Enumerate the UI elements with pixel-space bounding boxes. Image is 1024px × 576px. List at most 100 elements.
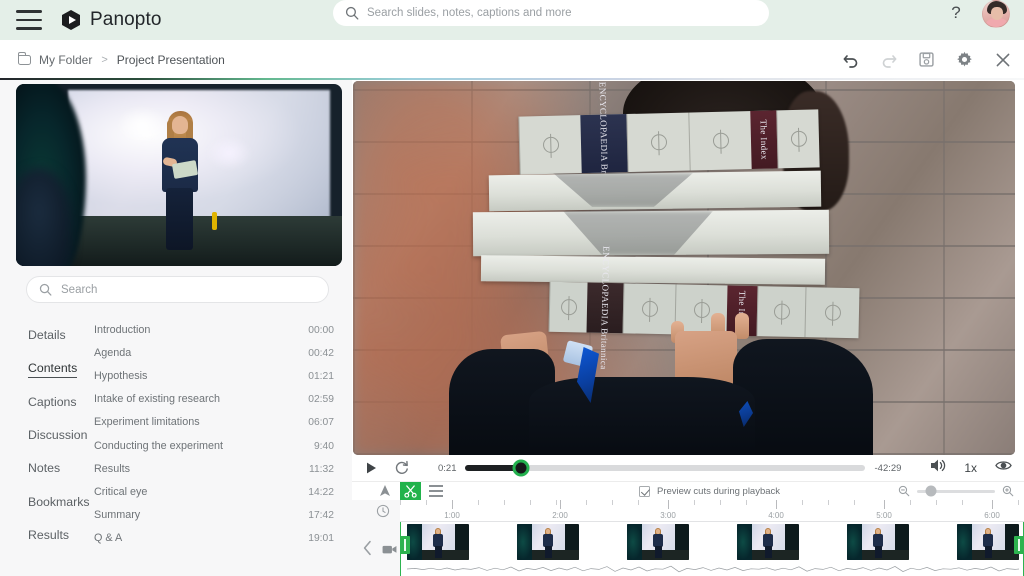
contents-list: Introduction 00:00 Agenda 00:42 Hypothes… [94,318,334,550]
search-icon [39,283,52,296]
contents-time: 00:42 [308,347,334,359]
global-search-input[interactable]: Search slides, notes, captions and more [333,0,769,26]
hamburger-icon[interactable] [16,10,42,30]
progress-slider[interactable] [464,459,865,477]
sidebar-item-notes[interactable]: Notes [28,452,100,485]
playback-speed[interactable]: 1x [964,461,977,475]
contents-time: 06:07 [308,417,334,429]
sidebar-item-bookmarks[interactable]: Bookmarks [28,485,100,518]
timeline-thumbnail[interactable] [517,524,579,560]
volume-icon[interactable] [930,458,946,478]
list-icon[interactable] [429,485,443,497]
ruler-label: 1:00 [444,511,460,520]
global-search-placeholder: Search slides, notes, captions and more [367,7,572,19]
list-item[interactable]: Introduction 00:00 [94,318,334,341]
preview-cuts-label: Preview cuts during playback [657,485,781,497]
brand-name: Panopto [90,9,162,30]
timeline-clip[interactable] [400,522,1024,576]
eye-icon[interactable] [995,459,1012,477]
trim-handle-end[interactable] [1014,536,1024,554]
timeline-zoom-control [898,485,1014,497]
thick-book-3 [480,255,826,285]
brand-logo[interactable]: Panopto [60,9,162,31]
zoom-slider-handle[interactable] [925,485,937,497]
timeline-thumbnail[interactable] [737,524,799,560]
book-row-bottom: ENCYCLOPAEDIA Britannica The Index [548,246,860,370]
cursor-arrow-icon[interactable] [378,484,392,498]
gear-icon[interactable] [956,51,974,69]
contents-title: Critical eye [94,485,148,498]
zoom-in-icon[interactable] [1002,485,1014,497]
undo-icon[interactable] [842,51,860,69]
breadcrumb-bar: My Folder > Project Presentation [0,40,1024,79]
contents-time: 9:40 [313,440,334,452]
list-item[interactable]: Intake of existing research 02:59 [94,388,334,411]
play-icon[interactable] [364,461,378,475]
sidebar-tabs: Details Contents Captions Discussion Not… [28,318,100,551]
timeline-thumbnail[interactable] [957,524,1019,560]
list-item[interactable]: Experiment limitations 06:07 [94,411,334,434]
contents-title: Hypothesis [94,369,148,382]
replay-10-icon[interactable] [394,460,410,476]
trim-handle-start[interactable] [400,536,410,554]
search-input[interactable]: Search [26,276,329,303]
contents-title: Introduction [94,323,151,336]
finger-3 [735,313,749,339]
contents-title: Summary [94,509,141,522]
panopto-logo-icon [60,9,82,31]
current-time: 0:21 [438,462,457,474]
contents-time: 14:22 [308,486,334,498]
zoom-out-icon[interactable] [898,485,910,497]
scissors-icon[interactable] [400,481,421,501]
book-row-top: ENCYCLOPAEDIA Britannica The Index [518,82,820,205]
progress-handle[interactable] [512,459,529,477]
redo-icon[interactable] [880,51,898,69]
timeline-rail [352,500,400,576]
sidebar-item-contents[interactable]: Contents [28,351,78,378]
timeline-thumbnail[interactable] [847,524,909,560]
preview-cuts-checkbox[interactable] [639,485,650,497]
main-video-player[interactable]: ENCYCLOPAEDIA Britannica The Index ENCYC… [353,81,1015,455]
close-icon[interactable] [994,51,1012,69]
list-item[interactable]: Q & A 19:01 [94,527,334,550]
list-item[interactable]: Results 11:32 [94,457,334,480]
zoom-slider[interactable] [917,485,995,497]
preview-cuts-toggle[interactable]: Preview cuts during playback [639,485,781,497]
breadcrumb-root[interactable]: My Folder [39,53,92,67]
sidebar-item-results[interactable]: Results [28,518,100,551]
timeline-thumbnail[interactable] [407,524,469,560]
audio-waveform [407,565,1019,573]
timeline-panel: 1:00 2:00 3:00 4:00 5:00 6:00 [352,500,1024,576]
timeline-thumbnail[interactable] [627,524,689,560]
contents-title: Intake of existing research [94,393,221,406]
sidebar-item-discussion[interactable]: Discussion [28,419,100,452]
secondary-video-preview[interactable] [16,84,342,266]
list-item[interactable]: Hypothesis 01:21 [94,364,334,387]
help-button[interactable]: ? [946,3,966,23]
list-item[interactable]: Critical eye 14:22 [94,480,334,503]
breadcrumb-current[interactable]: Project Presentation [117,53,225,67]
search-placeholder: Search [61,283,98,296]
remaining-time: -42:29 [874,462,902,474]
sidebar-item-details[interactable]: Details [28,318,100,351]
timeline-ruler[interactable]: 1:00 2:00 3:00 4:00 5:00 6:00 [400,500,1024,522]
timeline-thumbnails [407,524,1019,560]
torso [529,377,755,455]
contents-time: 11:32 [308,463,334,475]
contents-title: Conducting the experiment [94,439,224,452]
folder-icon [17,52,31,65]
contents-title: Results [94,462,131,475]
save-icon[interactable] [918,51,936,69]
list-item[interactable]: Agenda 00:42 [94,341,334,364]
list-item[interactable]: Summary 17:42 [94,504,334,527]
avatar[interactable] [982,0,1010,28]
breadcrumb-separator: > [101,53,108,66]
ruler-label: 3:00 [660,511,676,520]
sidebar-item-captions[interactable]: Captions [28,385,100,418]
ruler-label: 4:00 [768,511,784,520]
ruler-label: 2:00 [552,511,568,520]
contents-time: 02:59 [308,394,334,406]
chevron-left-icon[interactable] [362,540,373,556]
list-item[interactable]: Conducting the experiment 9:40 [94,434,334,457]
panopto-editor-window: Panopto Search slides, notes, captions a… [0,0,1024,576]
